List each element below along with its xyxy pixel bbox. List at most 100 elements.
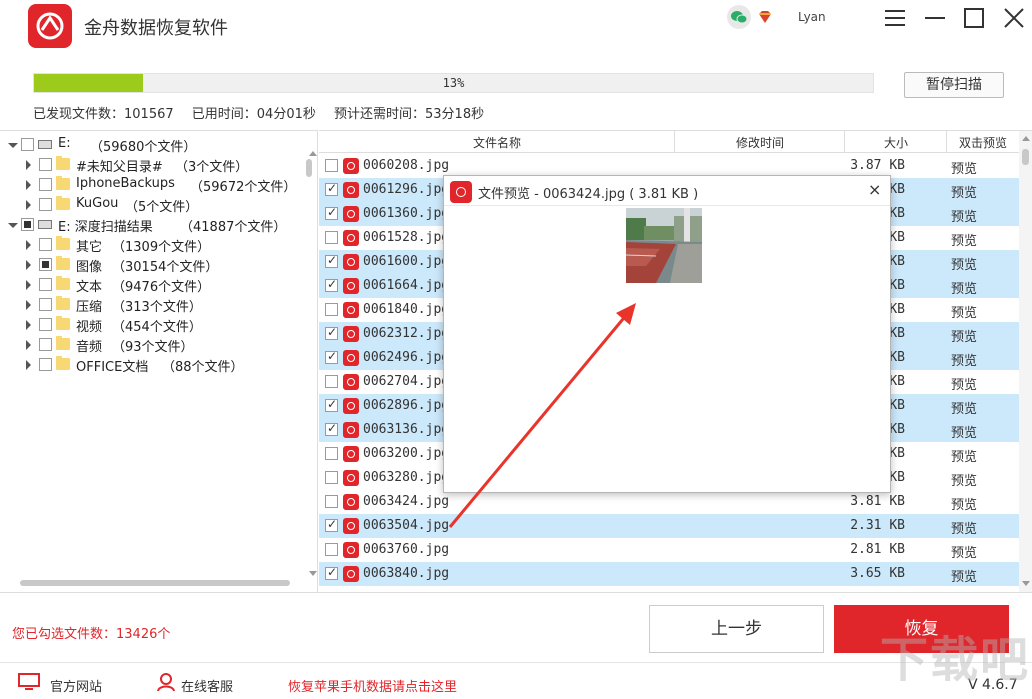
preview-link[interactable]: 预览: [951, 230, 977, 249]
column-header-modified[interactable]: 修改时间: [675, 134, 845, 151]
expand-arrow-right-icon[interactable]: [26, 160, 31, 170]
monitor-icon[interactable]: [18, 673, 40, 691]
row-checkbox[interactable]: [325, 303, 338, 316]
footer-divider: [0, 662, 1032, 663]
expand-arrow-right-icon[interactable]: [26, 180, 31, 190]
file-name: 0061296.jpg: [363, 182, 450, 197]
row-checkbox[interactable]: [325, 159, 338, 172]
row-checkbox[interactable]: [325, 397, 338, 412]
preview-link[interactable]: 预览: [951, 542, 977, 561]
maximize-icon[interactable]: [962, 6, 986, 30]
expand-arrow-right-icon[interactable]: [26, 300, 31, 310]
tree-item-label: E: 深度扫描结果: [58, 220, 153, 235]
row-checkbox[interactable]: [325, 205, 338, 220]
row-checkbox[interactable]: [325, 543, 338, 556]
row-checkbox[interactable]: [325, 181, 338, 196]
expand-arrow-down-icon[interactable]: [8, 223, 18, 228]
vip-diamond-icon[interactable]: [757, 9, 773, 25]
tree-checkbox[interactable]: [21, 218, 34, 231]
jpg-file-icon: [343, 182, 359, 198]
table-row[interactable]: 0063760.jpg 2.81 KB 预览: [319, 538, 1019, 562]
tree-horizontal-scrollbar[interactable]: [10, 580, 300, 588]
tree-checkbox[interactable]: [39, 158, 52, 171]
row-checkbox[interactable]: [325, 253, 338, 268]
jpg-file-icon: [343, 206, 359, 222]
table-row[interactable]: 0063504.jpg 2.31 KB 预览: [319, 514, 1019, 538]
preview-link[interactable]: 预览: [951, 278, 977, 297]
file-vertical-scrollbar[interactable]: [1019, 131, 1032, 592]
tree-scroll-thumb[interactable]: [306, 159, 312, 177]
row-checkbox[interactable]: [325, 517, 338, 532]
table-row[interactable]: 0063424.jpg 3.81 KB 预览: [319, 490, 1019, 514]
preview-link[interactable]: 预览: [951, 518, 977, 537]
minimize-icon[interactable]: [923, 6, 947, 30]
preview-link[interactable]: 预览: [951, 422, 977, 441]
column-header-name[interactable]: 文件名称: [419, 134, 575, 151]
preview-link[interactable]: 预览: [951, 254, 977, 273]
column-header-size[interactable]: 大小: [845, 134, 947, 151]
expand-arrow-right-icon[interactable]: [26, 360, 31, 370]
row-checkbox[interactable]: [325, 349, 338, 364]
table-row[interactable]: 0063840.jpg 3.65 KB 预览: [319, 562, 1019, 586]
row-checkbox[interactable]: [325, 375, 338, 388]
user-name[interactable]: Lyan: [798, 10, 826, 24]
tree-checkbox[interactable]: [39, 238, 52, 251]
row-checkbox[interactable]: [325, 421, 338, 436]
preview-link[interactable]: 预览: [951, 206, 977, 225]
table-header: 文件名称 修改时间 大小 双击预览: [319, 131, 1019, 153]
preview-link[interactable]: 预览: [951, 374, 977, 393]
customer-service-icon[interactable]: [156, 672, 176, 692]
tree-checkbox[interactable]: [39, 258, 52, 271]
tree-item-label: 其它: [76, 240, 103, 255]
expand-arrow-right-icon[interactable]: [26, 320, 31, 330]
wechat-icon[interactable]: [727, 5, 751, 29]
preview-link[interactable]: 预览: [951, 302, 977, 321]
expand-arrow-down-icon[interactable]: [8, 143, 18, 148]
tree-checkbox[interactable]: [21, 138, 34, 151]
tree-hscroll-thumb[interactable]: [20, 580, 290, 586]
row-checkbox[interactable]: [325, 277, 338, 292]
expand-arrow-right-icon[interactable]: [26, 240, 31, 250]
pause-scan-button[interactable]: 暂停扫描: [904, 72, 1004, 98]
jpg-file-icon: [343, 446, 359, 462]
expand-arrow-right-icon[interactable]: [26, 200, 31, 210]
expand-arrow-right-icon[interactable]: [26, 340, 31, 350]
tree-checkbox[interactable]: [39, 338, 52, 351]
official-website-link[interactable]: 官方网站: [50, 676, 102, 695]
tree-vertical-scrollbar[interactable]: [306, 151, 317, 576]
tree-checkbox[interactable]: [39, 178, 52, 191]
row-checkbox[interactable]: [325, 231, 338, 244]
scan-progress-label: 13%: [442, 76, 465, 90]
preview-link[interactable]: 预览: [951, 350, 977, 369]
folder-icon: [56, 316, 70, 330]
row-checkbox[interactable]: [325, 447, 338, 460]
online-service-link[interactable]: 在线客服: [181, 676, 233, 695]
row-checkbox[interactable]: [325, 565, 338, 580]
tree-checkbox[interactable]: [39, 358, 52, 371]
dialog-close-icon[interactable]: ×: [868, 180, 881, 199]
row-checkbox[interactable]: [325, 471, 338, 484]
row-checkbox[interactable]: [325, 325, 338, 340]
preview-link[interactable]: 预览: [951, 470, 977, 489]
tree-checkbox[interactable]: [39, 318, 52, 331]
iphone-recovery-link[interactable]: 恢复苹果手机数据请点击这里: [288, 676, 457, 695]
preview-link[interactable]: 预览: [951, 398, 977, 417]
preview-link[interactable]: 预览: [951, 182, 977, 201]
preview-link[interactable]: 预览: [951, 566, 977, 585]
expand-arrow-right-icon[interactable]: [26, 260, 31, 270]
preview-link[interactable]: 预览: [951, 326, 977, 345]
expand-arrow-right-icon[interactable]: [26, 280, 31, 290]
preview-link[interactable]: 预览: [951, 446, 977, 465]
menu-icon[interactable]: [883, 6, 907, 30]
tree-checkbox[interactable]: [39, 278, 52, 291]
preview-link[interactable]: 预览: [951, 494, 977, 513]
back-button[interactable]: 上一步: [649, 605, 824, 653]
tree-checkbox[interactable]: [39, 198, 52, 211]
row-checkbox[interactable]: [325, 495, 338, 508]
preview-link[interactable]: 预览: [951, 158, 977, 177]
close-icon[interactable]: [1002, 6, 1026, 30]
column-header-preview[interactable]: 双击预览: [947, 134, 1019, 151]
tree-checkbox[interactable]: [39, 298, 52, 311]
file-scroll-thumb[interactable]: [1022, 149, 1029, 165]
tree-item-label: IphoneBackups: [76, 176, 175, 191]
